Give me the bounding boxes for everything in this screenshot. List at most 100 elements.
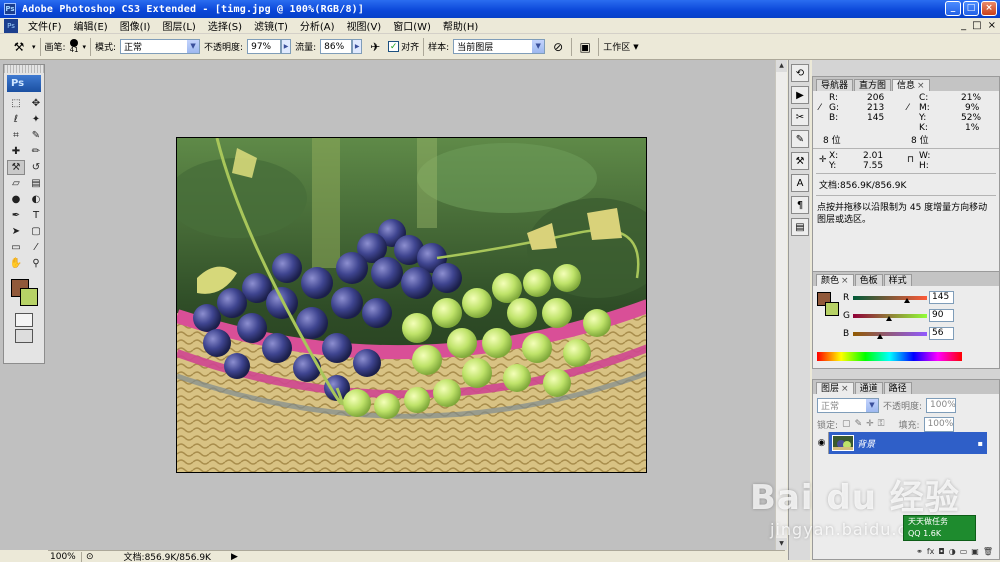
tab-navigator[interactable]: 导航器 (816, 79, 854, 91)
layer-mask-icon[interactable]: ◘ (938, 547, 944, 559)
delete-layer-icon[interactable]: 🗑 (983, 547, 993, 559)
tab-histogram[interactable]: 直方图 (854, 79, 892, 91)
clone-stamp-icon[interactable]: ⚒ (7, 160, 25, 175)
tab-color[interactable]: 颜色 × (816, 274, 854, 286)
mode-select[interactable]: 正常 ▼ (120, 39, 201, 54)
healing-icon[interactable]: ✚ (7, 144, 25, 159)
status-menu-icon[interactable]: ▶ (231, 552, 238, 562)
slice-icon[interactable]: ✎ (27, 128, 45, 143)
tab-paths[interactable]: 路径 (883, 382, 912, 394)
doc-restore-button[interactable]: □ (972, 20, 981, 31)
tab-styles[interactable]: 样式 (883, 274, 912, 286)
eyedropper-icon[interactable]: ⁄ (907, 103, 909, 113)
doc-minimize-button[interactable]: _ (961, 20, 966, 31)
menu-file[interactable]: 文件(F) (22, 18, 68, 33)
new-group-icon[interactable]: ▭ (960, 547, 968, 559)
eraser-icon[interactable]: ▱ (7, 176, 25, 191)
maximize-button[interactable]: □ (963, 1, 979, 16)
magic-wand-icon[interactable]: ✦ (27, 112, 45, 127)
align-checkbox[interactable]: ✓ (388, 41, 400, 52)
b-slider-knob[interactable] (877, 334, 883, 339)
tab-swatches[interactable]: 色板 (854, 274, 883, 286)
vertical-scrollbar[interactable]: ▲ ▼ (775, 60, 787, 550)
marquee-icon[interactable]: ⬚ (7, 96, 25, 111)
menu-analysis[interactable]: 分析(A) (294, 18, 341, 33)
tab-channels[interactable]: 通道 (854, 382, 883, 394)
pen-icon[interactable]: ✒ (7, 208, 25, 223)
character-panel-icon[interactable]: A (791, 174, 809, 192)
brush-dropdown-icon[interactable]: ▾ (82, 43, 86, 51)
link-layers-icon[interactable]: ⚭ (916, 547, 923, 559)
r-slider-knob[interactable] (904, 298, 910, 303)
menu-image[interactable]: 图像(I) (114, 18, 157, 33)
tool-preset-arrow-icon[interactable]: ▾ (32, 43, 36, 51)
shape-icon[interactable]: ▢ (27, 224, 45, 239)
r-input[interactable]: 145 (929, 291, 954, 304)
status-icon[interactable]: ⊙ (86, 552, 94, 562)
sample-select[interactable]: 当前图层 ▼ (453, 39, 546, 54)
workspace-menu[interactable]: 工作区 ▼ (603, 40, 638, 54)
eyedropper-icon[interactable]: ⁄ (27, 240, 45, 255)
g-input[interactable]: 90 (929, 309, 954, 322)
menu-help[interactable]: 帮助(H) (437, 18, 484, 33)
brush-preview[interactable]: 41 (70, 39, 78, 54)
opacity-slider-icon[interactable]: ▶ (281, 39, 292, 54)
clone-source-icon[interactable]: ⚒ (791, 152, 809, 170)
flow-slider-icon[interactable]: ▶ (352, 39, 363, 54)
clone-stamp-preset-icon[interactable]: ⚒ (10, 38, 28, 56)
zoom-icon[interactable]: ⚲ (27, 256, 45, 271)
toolbox-grip[interactable] (4, 65, 44, 73)
g-slider[interactable] (853, 314, 927, 321)
menu-filter[interactable]: 滤镜(T) (248, 18, 294, 33)
tab-info[interactable]: 信息 × (892, 79, 930, 91)
flow-input[interactable]: 86% (320, 39, 353, 54)
menu-view[interactable]: 视图(V) (341, 18, 388, 33)
fill-input[interactable]: 100% (923, 416, 954, 432)
eye-icon[interactable]: ◉ (815, 432, 829, 454)
lock-pixels-icon[interactable]: ✎ (855, 419, 863, 429)
screen-mode-icon[interactable] (15, 329, 33, 343)
document-canvas[interactable] (176, 137, 647, 473)
b-input[interactable]: 56 (929, 327, 954, 340)
layer-style-icon[interactable]: fx (927, 547, 935, 559)
scroll-down-icon[interactable]: ▼ (776, 538, 787, 550)
layer-comps-icon[interactable]: ▤ (791, 218, 809, 236)
new-layer-icon[interactable]: ▣ (971, 547, 979, 559)
close-button[interactable]: × (981, 1, 997, 16)
brushes-panel-icon[interactable]: ✎ (791, 130, 809, 148)
doc-close-button[interactable]: × (988, 20, 996, 31)
background-color-swatch[interactable] (20, 288, 38, 306)
layer-row-background[interactable]: ◉ 背景 ▪ (815, 432, 987, 454)
quick-mask-icon[interactable] (15, 313, 33, 327)
brush-icon[interactable]: ✏ (27, 144, 45, 159)
crop-icon[interactable]: ⌗ (7, 128, 25, 143)
g-slider-knob[interactable] (886, 316, 892, 321)
menu-layer[interactable]: 图层(L) (156, 18, 201, 33)
actions-panel-icon[interactable]: ▶ (791, 86, 809, 104)
history-brush-icon[interactable]: ↺ (27, 160, 45, 175)
lock-transparency-icon[interactable]: ▢ (842, 419, 851, 429)
blend-mode-select[interactable]: 正常 ▼ (817, 397, 879, 413)
tab-layers[interactable]: 图层 × (816, 382, 854, 394)
paragraph-panel-icon[interactable]: ¶ (791, 196, 809, 214)
layer-opacity-input[interactable]: 100% (926, 397, 957, 413)
airbrush-icon[interactable]: ✈ (366, 38, 384, 56)
close-icon[interactable]: × (841, 276, 849, 286)
close-icon[interactable]: × (917, 81, 925, 91)
eyedropper-icon[interactable]: ⁄ (819, 103, 821, 113)
history-panel-icon[interactable]: ⟲ (791, 64, 809, 82)
path-select-icon[interactable]: ➤ (7, 224, 25, 239)
menu-window[interactable]: 窗口(W) (387, 18, 437, 33)
r-slider[interactable] (853, 296, 927, 303)
scroll-up-icon[interactable]: ▲ (776, 60, 787, 72)
blur-icon[interactable]: ● (7, 192, 25, 207)
minimize-button[interactable]: _ (945, 1, 961, 16)
zoom-field[interactable]: 100% (48, 551, 82, 562)
lock-all-icon[interactable]: ⚿ (878, 419, 885, 429)
tool-presets-icon[interactable]: ✂ (791, 108, 809, 126)
menu-select[interactable]: 选择(S) (202, 18, 248, 33)
move-icon[interactable]: ✥ (27, 96, 45, 111)
notes-icon[interactable]: ▭ (7, 240, 25, 255)
gradient-icon[interactable]: ▤ (27, 176, 45, 191)
color-spectrum[interactable] (817, 352, 962, 361)
